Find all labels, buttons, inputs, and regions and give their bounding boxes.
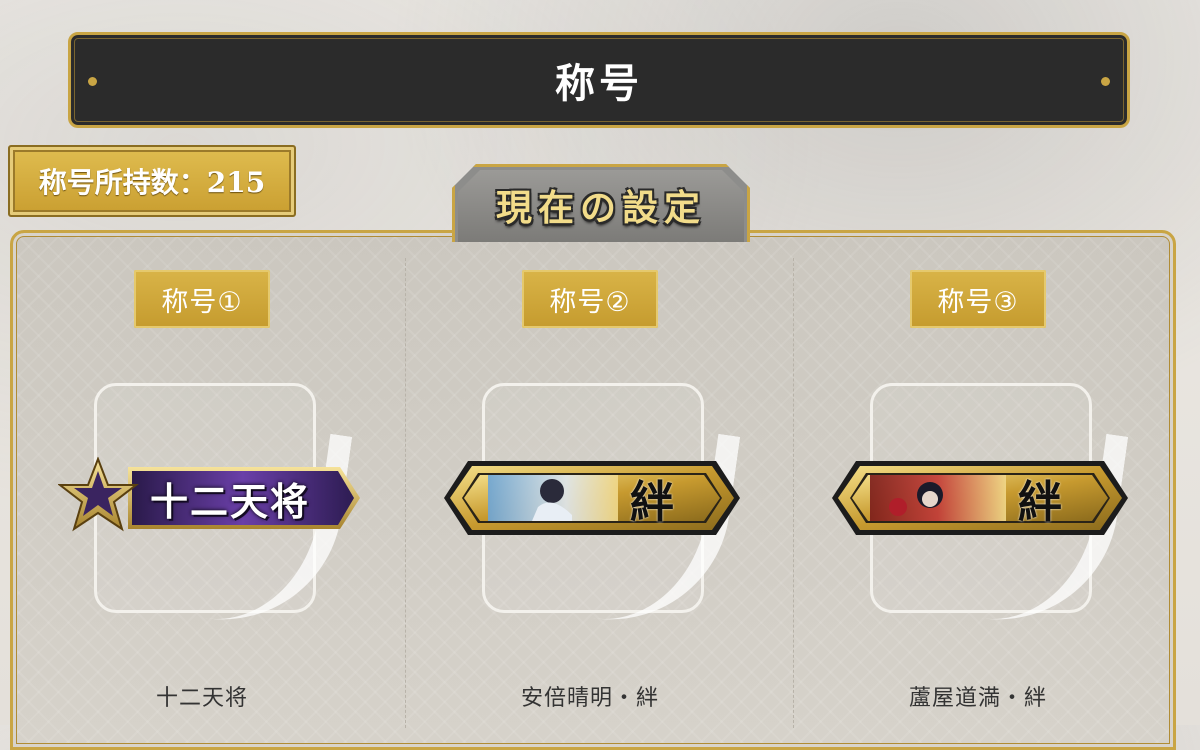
title-plate-text-1: 十二天将	[150, 478, 311, 524]
title-plate-text-2: 絆	[630, 477, 674, 528]
title-plate-3: 絆	[830, 457, 1130, 539]
title-plate-text-3: 絆	[1018, 477, 1062, 528]
slot-badge-2: 称号②	[522, 270, 658, 328]
title-plate-2: 絆	[442, 457, 742, 539]
slot-badge-3: 称号③	[910, 270, 1046, 328]
title-caption-2: 安倍晴明・絆	[520, 686, 659, 711]
title-caption-3: 蘆屋道満・絆	[908, 686, 1047, 711]
title-slot-3[interactable]: 称号③ 絆 蘆屋道満・絆	[784, 0, 1172, 725]
title-slot-2[interactable]: 称号② 絆 安倍晴明・絆	[396, 0, 784, 725]
title-plate-1: 十二天将	[58, 457, 368, 539]
slot-badge-1: 称号①	[134, 270, 270, 328]
title-slot-1[interactable]: 称号① 十二天将 十二天将	[8, 0, 396, 725]
title-caption-1: 十二天将	[155, 686, 248, 711]
